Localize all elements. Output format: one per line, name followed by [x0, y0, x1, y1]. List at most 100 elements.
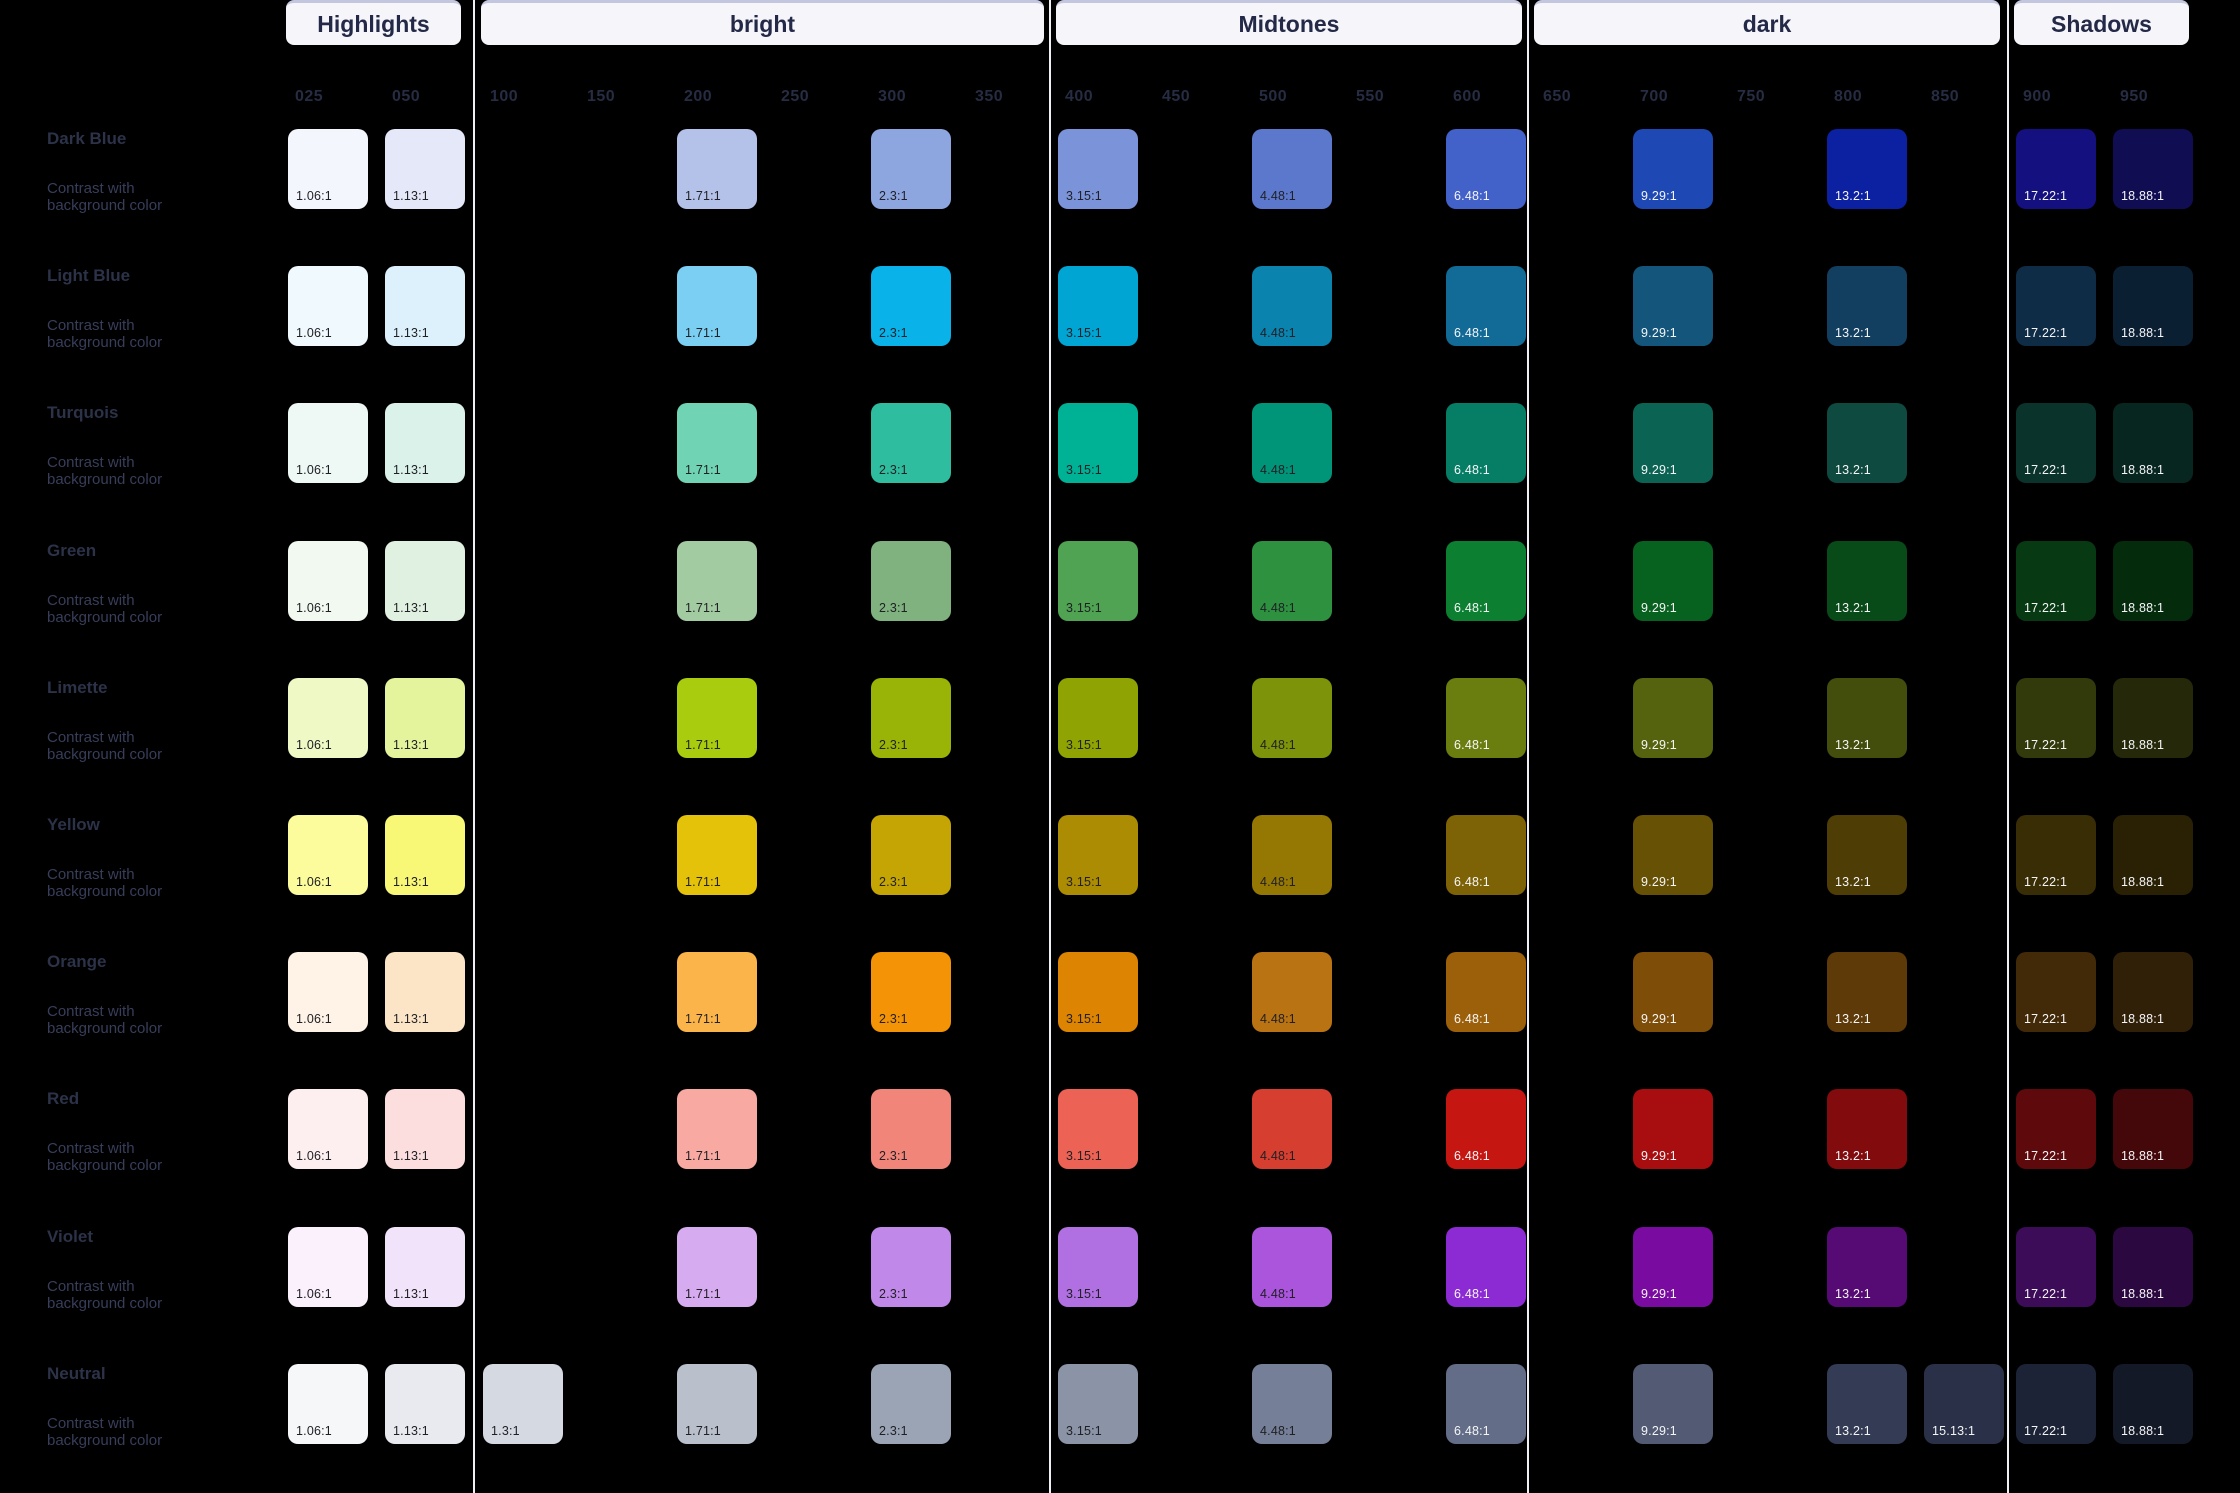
contrast-ratio-label: 4.48:1: [1260, 326, 1296, 340]
contrast-ratio-label: 1.3:1: [491, 1424, 520, 1438]
contrast-ratio-label: 3.15:1: [1066, 1149, 1102, 1163]
color-swatch: 4.48:1: [1252, 1227, 1332, 1307]
color-swatch: 13.2:1: [1827, 1089, 1907, 1169]
color-swatch: 4.48:1: [1252, 129, 1332, 209]
row-sublabel: Contrast with background color: [47, 1278, 207, 1312]
contrast-ratio-label: 17.22:1: [2024, 463, 2067, 477]
column-step-label: 500: [1259, 88, 1287, 106]
color-swatch: 1.71:1: [677, 1227, 757, 1307]
color-swatch: 3.15:1: [1058, 266, 1138, 346]
section-header-dark: dark: [1534, 0, 2000, 45]
column-step-label: 550: [1356, 88, 1384, 106]
color-swatch: 17.22:1: [2016, 678, 2096, 758]
contrast-ratio-label: 3.15:1: [1066, 463, 1102, 477]
color-swatch: 3.15:1: [1058, 1089, 1138, 1169]
contrast-ratio-label: 1.71:1: [685, 875, 721, 889]
contrast-ratio-label: 18.88:1: [2121, 463, 2164, 477]
color-swatch: 17.22:1: [2016, 541, 2096, 621]
contrast-ratio-label: 1.71:1: [685, 1149, 721, 1163]
contrast-ratio-label: 1.13:1: [393, 1424, 429, 1438]
row-label: Violet: [47, 1227, 93, 1247]
contrast-ratio-label: 18.88:1: [2121, 875, 2164, 889]
color-swatch: 3.15:1: [1058, 1364, 1138, 1444]
row-label: Neutral: [47, 1364, 106, 1384]
contrast-ratio-label: 6.48:1: [1454, 1149, 1490, 1163]
row-sublabel: Contrast with background color: [47, 1415, 207, 1449]
color-swatch: 18.88:1: [2113, 129, 2193, 209]
section-divider-line: [2007, 0, 2009, 1493]
column-step-label: 850: [1931, 88, 1959, 106]
color-swatch: 18.88:1: [2113, 1227, 2193, 1307]
color-swatch: 1.06:1: [288, 678, 368, 758]
row-label: Dark Blue: [47, 129, 126, 149]
column-step-label: 900: [2023, 88, 2051, 106]
row-label: Red: [47, 1089, 79, 1109]
color-swatch: 13.2:1: [1827, 403, 1907, 483]
contrast-ratio-label: 18.88:1: [2121, 738, 2164, 752]
color-swatch: 4.48:1: [1252, 678, 1332, 758]
contrast-ratio-label: 1.13:1: [393, 875, 429, 889]
contrast-ratio-label: 1.13:1: [393, 738, 429, 752]
contrast-ratio-label: 4.48:1: [1260, 1012, 1296, 1026]
color-swatch: 2.3:1: [871, 129, 951, 209]
column-step-label: 025: [295, 88, 323, 106]
contrast-ratio-label: 1.06:1: [296, 326, 332, 340]
color-swatch: 13.2:1: [1827, 952, 1907, 1032]
contrast-ratio-label: 13.2:1: [1835, 326, 1871, 340]
column-step-label: 600: [1453, 88, 1481, 106]
contrast-ratio-label: 17.22:1: [2024, 1424, 2067, 1438]
contrast-ratio-label: 1.06:1: [296, 738, 332, 752]
color-swatch: 1.06:1: [288, 403, 368, 483]
color-swatch: 13.2:1: [1827, 541, 1907, 621]
color-swatch: 2.3:1: [871, 1089, 951, 1169]
column-step-label: 650: [1543, 88, 1571, 106]
color-swatch: 18.88:1: [2113, 541, 2193, 621]
color-swatch: 3.15:1: [1058, 815, 1138, 895]
color-swatch: 1.06:1: [288, 1227, 368, 1307]
color-swatch: 4.48:1: [1252, 266, 1332, 346]
color-swatch: 6.48:1: [1446, 1364, 1526, 1444]
contrast-ratio-label: 1.71:1: [685, 1424, 721, 1438]
contrast-ratio-label: 18.88:1: [2121, 601, 2164, 615]
color-swatch: 13.2:1: [1827, 129, 1907, 209]
contrast-ratio-label: 17.22:1: [2024, 189, 2067, 203]
contrast-ratio-label: 6.48:1: [1454, 1012, 1490, 1026]
column-step-label: 100: [490, 88, 518, 106]
color-swatch: 9.29:1: [1633, 1227, 1713, 1307]
color-swatch: 17.22:1: [2016, 129, 2096, 209]
color-swatch: 4.48:1: [1252, 541, 1332, 621]
color-swatch: 9.29:1: [1633, 1364, 1713, 1444]
color-swatch: 1.13:1: [385, 1089, 465, 1169]
color-swatch: 18.88:1: [2113, 1089, 2193, 1169]
color-swatch: 18.88:1: [2113, 952, 2193, 1032]
contrast-ratio-label: 1.13:1: [393, 1287, 429, 1301]
contrast-ratio-label: 17.22:1: [2024, 738, 2067, 752]
contrast-ratio-label: 3.15:1: [1066, 738, 1102, 752]
contrast-ratio-label: 2.3:1: [879, 326, 908, 340]
color-palette-board: Dark BlueContrast with background colorL…: [0, 0, 2240, 1493]
color-swatch: 2.3:1: [871, 678, 951, 758]
contrast-ratio-label: 18.88:1: [2121, 1012, 2164, 1026]
color-swatch: 18.88:1: [2113, 403, 2193, 483]
column-step-label: 050: [392, 88, 420, 106]
color-swatch: 17.22:1: [2016, 1227, 2096, 1307]
contrast-ratio-label: 15.13:1: [1932, 1424, 1975, 1438]
contrast-ratio-label: 3.15:1: [1066, 875, 1102, 889]
contrast-ratio-label: 6.48:1: [1454, 326, 1490, 340]
contrast-ratio-label: 9.29:1: [1641, 601, 1677, 615]
contrast-ratio-label: 2.3:1: [879, 189, 908, 203]
contrast-ratio-label: 1.13:1: [393, 326, 429, 340]
contrast-ratio-label: 6.48:1: [1454, 738, 1490, 752]
color-swatch: 2.3:1: [871, 403, 951, 483]
color-swatch: 4.48:1: [1252, 403, 1332, 483]
contrast-ratio-label: 1.06:1: [296, 463, 332, 477]
color-swatch: 6.48:1: [1446, 678, 1526, 758]
contrast-ratio-label: 2.3:1: [879, 463, 908, 477]
color-swatch: 6.48:1: [1446, 403, 1526, 483]
contrast-ratio-label: 17.22:1: [2024, 601, 2067, 615]
color-swatch: 1.71:1: [677, 952, 757, 1032]
color-swatch: 13.2:1: [1827, 678, 1907, 758]
color-swatch: 1.71:1: [677, 1089, 757, 1169]
color-swatch: 1.13:1: [385, 1227, 465, 1307]
color-swatch: 3.15:1: [1058, 952, 1138, 1032]
